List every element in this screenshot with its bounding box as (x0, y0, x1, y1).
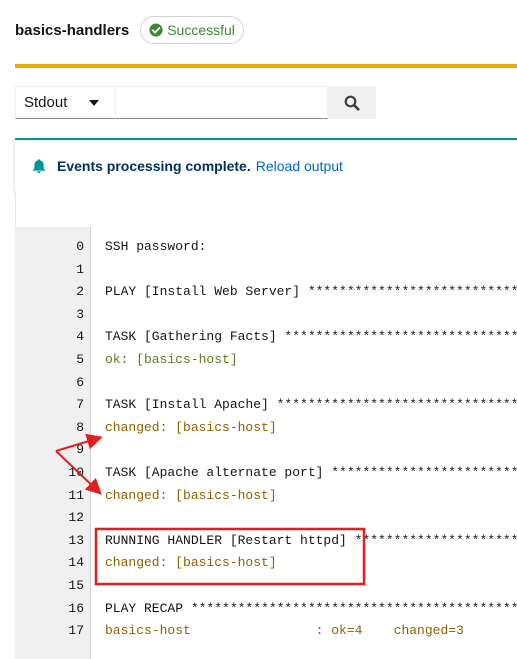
status-badge: Successful (140, 16, 244, 44)
output-line: 12 (15, 507, 517, 529)
check-circle-icon (149, 23, 163, 37)
search-icon (344, 95, 360, 111)
job-header: basics-handlers Successful (15, 14, 244, 46)
line-number: 17 (68, 623, 84, 639)
line-number: 16 (68, 600, 84, 616)
line-number: 1 (76, 261, 84, 277)
bell-icon (33, 158, 45, 173)
output-line: 16 PLAY RECAP ***************************… (15, 598, 517, 620)
output-line: 14 changed: [basics-host] (15, 552, 517, 574)
line-number: 3 (76, 306, 84, 322)
search-input[interactable] (116, 86, 328, 119)
output-line: 2 PLAY [Install Web Server] *************… (15, 281, 517, 303)
line-text: changed: [basics-host] (105, 487, 277, 503)
line-number: 11 (68, 487, 84, 503)
line-number: 4 (76, 329, 84, 345)
line-number: 10 (68, 465, 84, 480)
stream-select[interactable]: Stdout (15, 86, 116, 119)
output-line: 17 basics-host : ok=4 changed=3 (15, 620, 517, 642)
job-title: basics-handlers (15, 21, 130, 39)
output-toolbar: Stdout (15, 86, 376, 120)
line-number: 2 (76, 284, 84, 300)
output-line: 9 (15, 439, 517, 461)
line-text: RUNNING HANDLER [Restart httpd] ********… (105, 532, 517, 548)
line-number: 14 (68, 555, 84, 571)
status-label: Successful (167, 22, 235, 38)
output-line: 0 SSH password: (15, 236, 517, 258)
line-number: 12 (68, 510, 84, 526)
line-text: TASK [Gathering Facts] *****************… (105, 329, 517, 345)
line-number: 13 (68, 532, 84, 548)
output-line: 11 changed: [basics-host] (15, 485, 517, 507)
line-number: 9 (76, 442, 84, 458)
line-text: TASK [Apache alternate port] ***********… (105, 465, 517, 480)
line-text: changed: [basics-host] (105, 419, 277, 435)
output-line: 5 ok: [basics-host] (15, 349, 517, 371)
output-line: 8 changed: [basics-host] (15, 417, 517, 439)
output-line: 13 RUNNING HANDLER [Restart httpd] ******… (15, 530, 517, 552)
alert-title: Events processing complete. (57, 157, 251, 174)
line-number: 6 (76, 374, 84, 390)
line-text: PLAY [Install Web Server] **************… (105, 284, 517, 300)
output-spacer (15, 191, 517, 227)
reload-output-link[interactable]: Reload output (256, 158, 343, 174)
line-text: changed: [basics-host] (105, 555, 277, 571)
line-text: ok: [basics-host] (105, 352, 238, 367)
line-number: 8 (76, 419, 84, 435)
line-text: basics-host : ok=4 changed=3 (105, 623, 464, 639)
output-line: 4 TASK [Gathering Facts] ****************… (15, 326, 517, 348)
output-line: 10 TASK [Apache alternate port] *********… (15, 462, 517, 484)
output-line: 3 (15, 304, 517, 326)
line-number: 15 (68, 578, 84, 593)
stream-select-value: Stdout (24, 94, 68, 111)
line-text: SSH password: (105, 239, 207, 254)
output-line: 15 (15, 575, 517, 597)
output-line: 1 (15, 259, 517, 281)
events-alert: Events processing complete. Reload outpu… (15, 138, 517, 191)
line-text: TASK [Install Apache] ******************… (105, 397, 517, 413)
job-output[interactable]: 0 SSH password: 1 2 PLAY [Install Web Server… (15, 227, 517, 659)
line-number: 7 (76, 397, 84, 413)
header-divider (15, 64, 517, 68)
line-number: 5 (76, 352, 84, 367)
caret-down-icon (89, 99, 99, 106)
search-button[interactable] (328, 86, 376, 119)
line-number: 0 (76, 239, 84, 254)
output-line: 6 (15, 372, 517, 394)
line-text: PLAY RECAP *****************************… (105, 600, 517, 616)
output-line: 7 TASK [Install Apache] *****************… (15, 394, 517, 416)
